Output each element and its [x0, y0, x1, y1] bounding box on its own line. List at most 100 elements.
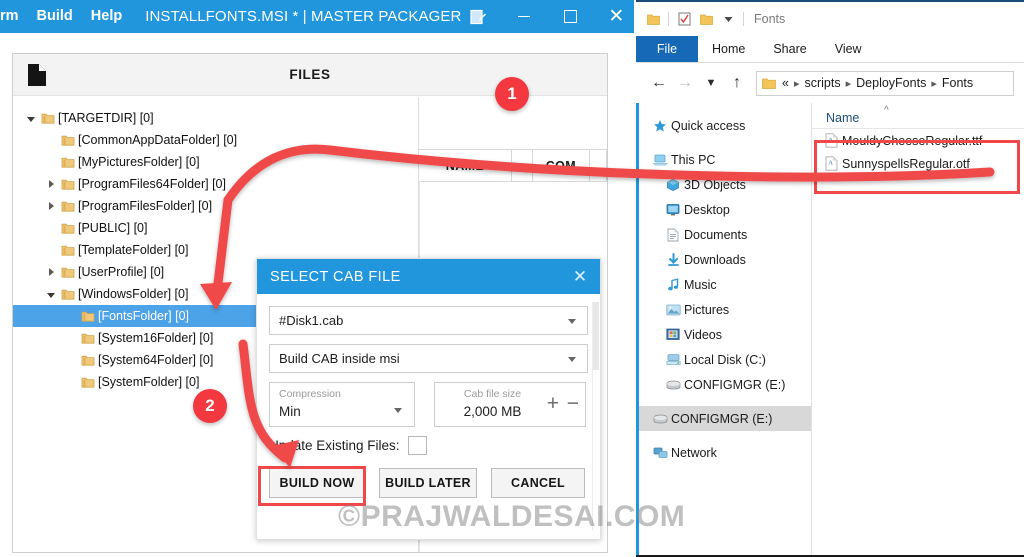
- update-existing-files-checkbox[interactable]: [407, 436, 427, 455]
- chevron-down-icon[interactable]: ▼: [698, 77, 724, 89]
- cab-file-size-field[interactable]: Cab file size 2,000 MB + −: [434, 382, 586, 427]
- nav-item-local-disk-c[interactable]: Local Disk (C:): [636, 347, 811, 372]
- star-icon: [649, 119, 671, 133]
- expand-triangle-closed-icon[interactable]: [43, 268, 59, 276]
- tree-item-programfiles64folder[interactable]: [ProgramFiles64Folder] [0]: [13, 173, 413, 195]
- breadcrumb-part-fonts[interactable]: Fonts: [942, 76, 973, 90]
- build-later-button[interactable]: BUILD LATER: [379, 468, 477, 498]
- tree-item-targetdir[interactable]: [TARGETDIR] [0]: [13, 107, 413, 129]
- file-list-item[interactable]: A SunnyspellsRegular.otf: [812, 152, 1024, 175]
- minus-icon[interactable]: −: [567, 393, 579, 414]
- nav-item-label: Local Disk (C:): [684, 352, 766, 367]
- file-name: MouldyCheeseRegular.ttf: [842, 133, 983, 148]
- build-mode-dropdown[interactable]: Build CAB inside msi: [269, 344, 588, 373]
- expand-triangle-open-icon[interactable]: [43, 291, 59, 298]
- cab-dialog-scrollbar[interactable]: [592, 302, 599, 530]
- menu-item-help[interactable]: Help: [82, 0, 131, 33]
- folder-icon: [762, 77, 776, 90]
- cab-dialog-content: #Disk1.cab Build CAB inside msi Compress…: [257, 294, 600, 498]
- nav-item-quick-access[interactable]: Quick access: [636, 113, 811, 138]
- cab-dialog-titlebar: SELECT CAB FILE ✕: [257, 259, 600, 294]
- nav-item-music[interactable]: Music: [636, 272, 811, 297]
- build-now-button[interactable]: BUILD NOW: [269, 468, 365, 498]
- tree-item-programfilesfolder[interactable]: [ProgramFilesFolder] [0]: [13, 195, 413, 217]
- nav-item-configmgr-e[interactable]: CONFIGMGR (E:): [636, 372, 811, 397]
- nav-item-label: Quick access: [671, 118, 746, 133]
- nav-item-downloads[interactable]: Downloads: [636, 247, 811, 272]
- cab-file-dropdown[interactable]: #Disk1.cab: [269, 306, 588, 335]
- chevron-down-icon: [568, 318, 576, 324]
- chevron-down-icon[interactable]: [717, 14, 739, 25]
- folder-icon: [59, 178, 76, 191]
- drive-icon: [649, 413, 671, 424]
- nav-item-label: Music: [684, 277, 717, 292]
- close-icon[interactable]: ✕: [560, 259, 600, 294]
- tree-item-public[interactable]: [PUBLIC] [0]: [13, 217, 413, 239]
- update-existing-files-row: Update Existing Files:: [269, 436, 588, 455]
- maximize-icon[interactable]: [547, 0, 593, 33]
- nav-item-pictures[interactable]: Pictures: [636, 297, 811, 322]
- update-existing-files-label: Update Existing Files:: [269, 438, 400, 453]
- properties-checkbox-icon[interactable]: [673, 12, 695, 26]
- breadcrumb-overflow[interactable]: «: [782, 76, 789, 90]
- cab-file-value: #Disk1.cab: [279, 313, 344, 328]
- nav-item-desktop[interactable]: Desktop: [636, 197, 811, 222]
- arrow-right-icon[interactable]: →: [672, 74, 698, 92]
- nav-item-videos[interactable]: Videos: [636, 322, 811, 347]
- file-list-column-header[interactable]: ^ Name: [812, 103, 1024, 129]
- compression-dropdown[interactable]: Compression Min: [269, 382, 415, 427]
- breadcrumb-part-scripts[interactable]: scripts: [804, 76, 840, 90]
- breadcrumb[interactable]: « ▸ scripts ▸ DeployFonts ▸ Fonts: [756, 70, 1014, 96]
- column-header-com[interactable]: COM: [533, 149, 590, 182]
- scrollbar-thumb[interactable]: [593, 302, 599, 370]
- expand-triangle-closed-icon[interactable]: [43, 202, 59, 210]
- nav-item-label: Pictures: [684, 302, 730, 317]
- arrow-up-icon[interactable]: ↑: [724, 74, 750, 92]
- tab-home[interactable]: Home: [698, 36, 759, 62]
- plus-icon[interactable]: +: [547, 393, 559, 414]
- chevron-up-icon: ^: [884, 105, 889, 116]
- file-list-rows: A MouldyCheeseRegular.ttf A SunnyspellsRegu…: [812, 129, 1024, 175]
- file-explorer-window: Fonts File Home Share View ← → ▼ ↑ « ▸ scri…: [636, 0, 1024, 557]
- folder-icon: [79, 354, 96, 367]
- nav-item-3d-objects[interactable]: 3D Objects: [636, 172, 811, 197]
- nav-item-network[interactable]: Network: [636, 440, 811, 465]
- tab-file[interactable]: File: [636, 36, 698, 62]
- tree-item-mypicturesfolder[interactable]: [MyPicturesFolder] [0]: [13, 151, 413, 173]
- close-icon[interactable]: ✕: [593, 0, 639, 33]
- navigation-pane: Quick access This PC 3D Objects Desktop Docu…: [636, 103, 812, 555]
- tab-share[interactable]: Share: [759, 36, 820, 62]
- nav-pane-spacer: [636, 431, 811, 440]
- nav-pane-spacer: [636, 138, 811, 147]
- minimize-icon[interactable]: [501, 0, 547, 33]
- breadcrumb-separator: ▸: [845, 77, 852, 90]
- tab-view[interactable]: View: [821, 36, 876, 62]
- cancel-button[interactable]: CANCEL: [491, 468, 585, 498]
- column-header-name[interactable]: NAME: [419, 149, 512, 182]
- arrow-left-icon[interactable]: ←: [646, 74, 672, 92]
- file-list-item[interactable]: A MouldyCheeseRegular.ttf: [812, 129, 1024, 152]
- tree-item-label: [FontsFolder] [0]: [98, 309, 190, 323]
- annotation-badge-1: 1: [495, 77, 529, 111]
- expand-triangle-open-icon[interactable]: [23, 115, 39, 122]
- toolbar-divider: [668, 12, 669, 26]
- column-header-spacer: [512, 149, 533, 182]
- edit-document-icon[interactable]: [470, 9, 487, 25]
- file-name: SunnyspellsRegular.otf: [842, 156, 970, 171]
- nav-item-this-pc[interactable]: This PC: [636, 147, 811, 172]
- build-mode-value: Build CAB inside msi: [279, 351, 400, 366]
- new-folder-icon[interactable]: [695, 13, 717, 26]
- menu-item-build[interactable]: Build: [28, 0, 82, 33]
- font-file-icon: A: [820, 133, 842, 148]
- menu-item-rm[interactable]: rm: [0, 0, 28, 33]
- tree-item-fontsfolder[interactable]: [FontsFolder] [0]: [13, 305, 266, 327]
- harddisk-icon: [662, 353, 684, 366]
- nav-item-documents[interactable]: Documents: [636, 222, 811, 247]
- tree-item-commonappdatafolder[interactable]: [CommonAppDataFolder] [0]: [13, 129, 413, 151]
- expand-triangle-closed-icon[interactable]: [43, 180, 59, 188]
- breadcrumb-part-deployfonts[interactable]: DeployFonts: [856, 76, 926, 90]
- nav-item-configmgr-e[interactable]: CONFIGMGR (E:): [636, 406, 811, 431]
- tree-item-label: [TARGETDIR] [0]: [58, 111, 154, 125]
- document-title: INSTALLFONTS.MSI * | MASTER PACKAGER: [145, 8, 462, 25]
- nav-item-label: This PC: [671, 152, 716, 167]
